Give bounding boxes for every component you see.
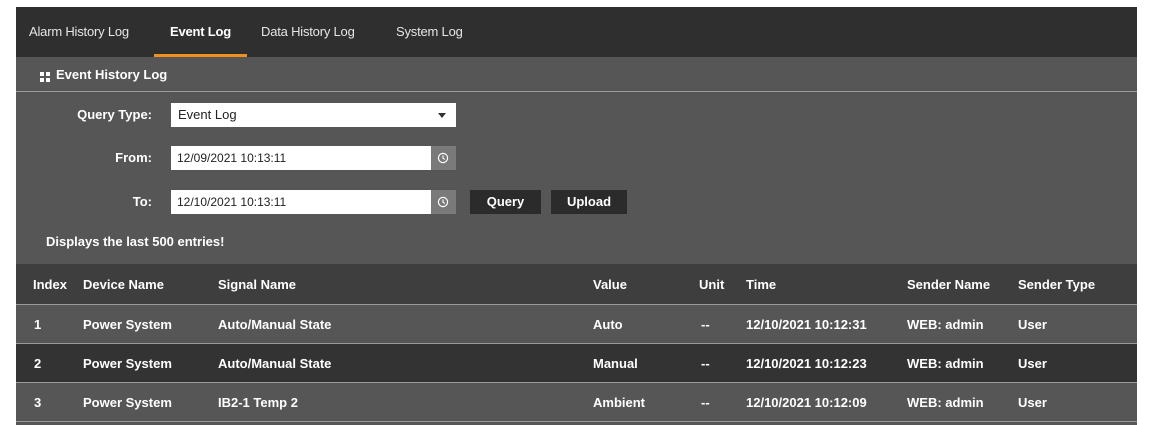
cell-unit: -- [701, 395, 710, 410]
tab-bar: Alarm History Log Event Log Data History… [16, 7, 1137, 57]
cell-index: 2 [34, 356, 42, 371]
cell-time: 12/10/2021 10:12:23 [746, 356, 867, 371]
upload-button[interactable]: Upload [551, 190, 627, 214]
panel-header: Event History Log [16, 57, 1137, 92]
cell-sender-name: WEB: admin [907, 317, 984, 332]
column-header-sender-name: Sender Name [907, 277, 991, 292]
cell-sender-name: WEB: admin [907, 356, 984, 371]
tab-event-log[interactable]: Event Log [154, 24, 247, 57]
clock-icon [437, 196, 449, 208]
to-clock-button[interactable] [431, 190, 456, 214]
table-row[interactable]: 2 Power System Auto/Manual State Manual … [16, 344, 1137, 383]
query-button[interactable]: Query [470, 190, 541, 214]
tab-system-log[interactable]: System Log [396, 24, 463, 57]
table-header: Index Device Name Signal Name Value Unit… [16, 264, 1137, 305]
cell-device-name: Power System [83, 395, 172, 410]
cell-time: 12/10/2021 10:12:31 [746, 317, 867, 332]
panel-title: Event History Log [56, 67, 168, 82]
from-label: From: [115, 150, 152, 165]
cell-time: 12/10/2021 10:12:09 [746, 395, 867, 410]
column-header-time: Time [746, 277, 777, 292]
cell-signal-name: Auto/Manual State [218, 356, 332, 371]
cell-signal-name: IB2-1 Temp 2 [218, 395, 298, 410]
cell-sender-type: User [1018, 356, 1047, 371]
from-clock-button[interactable] [431, 146, 456, 170]
cell-sender-type: User [1018, 395, 1047, 410]
clock-icon [437, 152, 449, 164]
cell-index: 1 [34, 317, 42, 332]
query-type-value: Event Log [178, 107, 237, 122]
event-log-window: Alarm History Log Event Log Data History… [16, 7, 1137, 425]
cell-index: 3 [34, 395, 42, 410]
to-datetime-input[interactable] [171, 190, 431, 214]
column-header-sender-type: Sender Type [1018, 277, 1096, 292]
column-header-device-name: Device Name [83, 277, 164, 292]
entries-note: Displays the last 500 entries! [46, 234, 225, 249]
column-header-signal-name: Signal Name [218, 277, 297, 292]
cell-value: Auto [593, 317, 623, 332]
cell-device-name: Power System [83, 356, 172, 371]
query-type-select[interactable]: Event Log [171, 103, 456, 127]
to-label: To: [132, 194, 152, 209]
cell-unit: -- [701, 317, 710, 332]
query-type-label: Query Type: [77, 107, 152, 122]
chevron-down-icon [438, 113, 446, 118]
column-header-index: Index [33, 277, 67, 292]
tab-data-history-log[interactable]: Data History Log [261, 24, 355, 57]
table-row[interactable]: 3 Power System IB2-1 Temp 2 Ambient -- 1… [16, 383, 1137, 422]
cell-value: Manual [593, 356, 638, 371]
table-row[interactable]: 1 Power System Auto/Manual State Auto --… [16, 305, 1137, 344]
cell-sender-name: WEB: admin [907, 395, 984, 410]
column-header-value: Value [593, 277, 627, 292]
cell-sender-type: User [1018, 317, 1047, 332]
column-header-unit: Unit [699, 277, 725, 292]
cell-device-name: Power System [83, 317, 172, 332]
cell-value: Ambient [593, 395, 645, 410]
tab-alarm-history-log[interactable]: Alarm History Log [29, 24, 129, 57]
from-datetime-input[interactable] [171, 146, 431, 170]
cell-signal-name: Auto/Manual State [218, 317, 332, 332]
cell-unit: -- [701, 356, 710, 371]
grid-icon [40, 72, 50, 82]
